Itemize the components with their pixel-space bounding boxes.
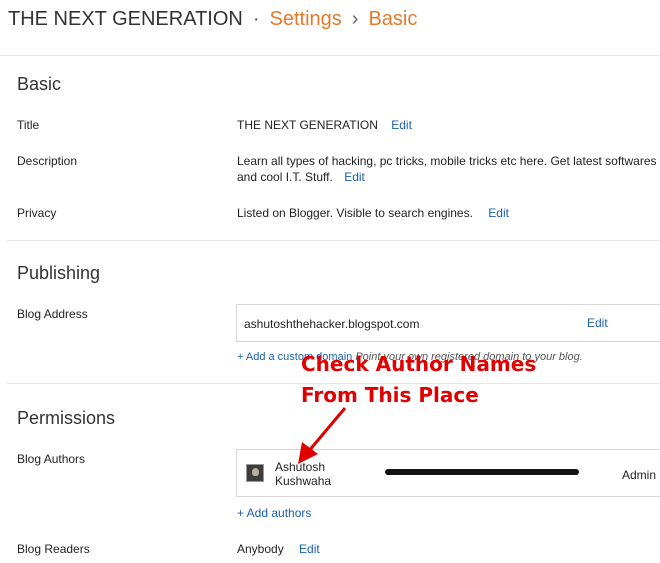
section-title-basic: Basic — [17, 74, 62, 94]
title-row: THE NEXT GENERATION Edit — [237, 117, 412, 133]
section-divider — [7, 240, 660, 241]
title-label: Title — [17, 118, 40, 132]
title-edit-link[interactable]: Edit — [391, 118, 412, 132]
description-value: Learn all types of hacking, pc tricks, m… — [237, 154, 657, 184]
readers-edit-link[interactable]: Edit — [299, 542, 320, 556]
author-role[interactable]: Admin — [622, 468, 656, 482]
avatar — [246, 464, 264, 482]
section-title-publishing: Publishing — [17, 263, 101, 283]
privacy-label: Privacy — [17, 206, 57, 220]
breadcrumb-separator: · — [252, 8, 260, 30]
breadcrumb-current: Basic — [368, 8, 418, 30]
privacy-edit-link[interactable]: Edit — [488, 206, 509, 220]
header-divider — [0, 55, 660, 56]
blog-address-value: ashutoshthehacker.blogspot.com — [244, 317, 420, 331]
blog-address-edit-link[interactable]: Edit — [587, 316, 608, 330]
add-authors-link[interactable]: + Add authors — [237, 506, 311, 520]
blog-authors-label: Blog Authors — [17, 452, 86, 466]
breadcrumb-settings[interactable]: Settings — [270, 8, 342, 30]
description-label: Description — [17, 154, 78, 168]
blog-address-box: ashutoshthehacker.blogspot.com Edit — [236, 304, 660, 342]
annotation-arrow-icon — [298, 407, 347, 464]
annotation-line-1: Check Author Names — [301, 352, 537, 376]
title-value: THE NEXT GENERATION — [237, 118, 378, 132]
description-edit-link[interactable]: Edit — [344, 170, 365, 184]
section-title-permissions: Permissions — [17, 408, 116, 428]
blog-name[interactable]: THE NEXT GENERATION — [8, 8, 243, 30]
blog-readers-label: Blog Readers — [17, 542, 90, 556]
breadcrumb-arrow: › — [351, 8, 359, 30]
readers-value: Anybody — [237, 542, 284, 556]
blog-address-label: Blog Address — [17, 307, 88, 321]
privacy-value: Listed on Blogger. Visible to search eng… — [237, 206, 473, 220]
description-row: Learn all types of hacking, pc tricks, m… — [237, 153, 657, 185]
redacted-email — [385, 469, 579, 475]
privacy-row: Listed on Blogger. Visible to search eng… — [237, 205, 509, 221]
readers-row: Anybody Edit — [237, 541, 320, 557]
breadcrumb: THE NEXT GENERATION · Settings › Basic — [8, 8, 417, 38]
